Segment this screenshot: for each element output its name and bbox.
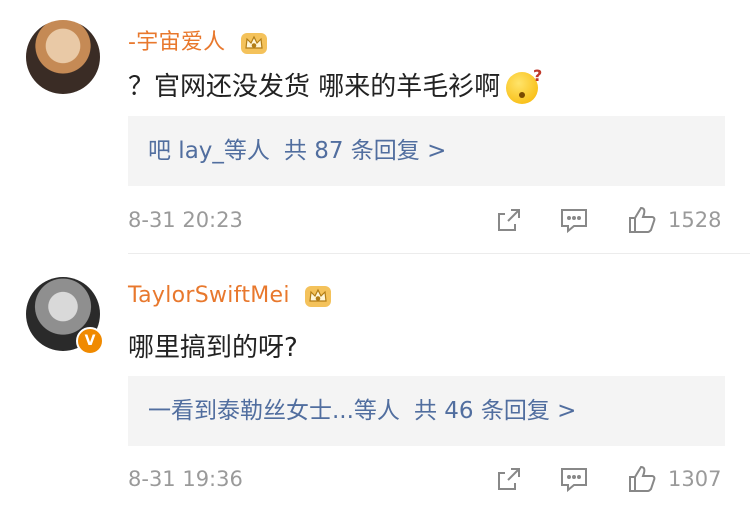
emoji-icon bbox=[506, 66, 542, 104]
comment-text-label: 哪里搞到的呀? bbox=[128, 333, 298, 363]
reply-count[interactable]: 共 87 条回复 > bbox=[284, 138, 446, 164]
avatar[interactable] bbox=[26, 20, 100, 94]
comment-text: ？官网还没发货 哪来的羊毛衫啊 bbox=[128, 66, 542, 104]
username[interactable]: -宇宙爱人 bbox=[128, 24, 269, 56]
share-icon[interactable] bbox=[493, 204, 525, 236]
comment-icon[interactable] bbox=[558, 204, 590, 236]
username-label[interactable]: TaylorSwiftMei bbox=[128, 283, 290, 308]
divider bbox=[128, 253, 750, 254]
like-count: 1528 bbox=[668, 208, 722, 232]
comment-text: 哪里搞到的呀? bbox=[128, 327, 298, 364]
comment-footer: 8-31 19:36 1307 bbox=[128, 463, 725, 495]
reply-summary[interactable]: 一看到泰勒丝女士...等人共 46 条回复 > bbox=[128, 376, 725, 446]
comment-item: -宇宙爱人 ？官网还没发货 哪来的羊毛衫啊 吧 lay_等人共 87 条回复 >… bbox=[0, 0, 750, 253]
crown-icon bbox=[305, 286, 332, 307]
verified-icon: V bbox=[76, 327, 104, 355]
comment-text-label: ？官网还没发货 哪来的羊毛衫啊 bbox=[128, 72, 501, 102]
username[interactable]: TaylorSwiftMei bbox=[128, 283, 333, 309]
timestamp: 8-31 19:36 bbox=[128, 467, 243, 491]
timestamp: 8-31 20:23 bbox=[128, 208, 243, 232]
comment-footer: 8-31 20:23 1528 bbox=[128, 204, 725, 236]
reply-summary[interactable]: 吧 lay_等人共 87 条回复 > bbox=[128, 116, 725, 186]
reply-count[interactable]: 共 46 条回复 > bbox=[414, 398, 576, 424]
like-icon[interactable] bbox=[626, 204, 658, 236]
reply-users[interactable]: 吧 lay_等人 bbox=[148, 138, 270, 164]
reply-users[interactable]: 一看到泰勒丝女士...等人 bbox=[148, 398, 400, 424]
like-icon[interactable] bbox=[626, 463, 658, 495]
share-icon[interactable] bbox=[493, 463, 525, 495]
comment-icon[interactable] bbox=[558, 463, 590, 495]
comment-item: V TaylorSwiftMei 哪里搞到的呀? 一看到泰勒丝女士...等人共 … bbox=[0, 255, 750, 506]
username-label[interactable]: -宇宙爱人 bbox=[128, 30, 225, 55]
like-count: 1307 bbox=[668, 467, 722, 491]
crown-icon bbox=[240, 33, 267, 54]
